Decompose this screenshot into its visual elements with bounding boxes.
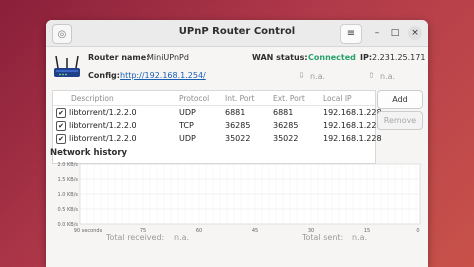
upload-arrow-icon: ⇧ (368, 71, 375, 80)
minimize-button[interactable]: – (370, 26, 384, 40)
wan-status-value: Connected (308, 53, 356, 62)
x-tick: 0 (416, 228, 419, 234)
cell-description: libtorrent/1.2.2.0 (69, 134, 137, 143)
cell-int-port: 6881 (225, 108, 246, 117)
column-header-description[interactable]: Description (71, 94, 114, 103)
table-row[interactable]: ✔ libtorrent/1.2.2.0 TCP 36285 36285 192… (53, 119, 382, 132)
row-checkbox[interactable]: ✔ (56, 121, 66, 131)
total-received-value: n.a. (174, 233, 190, 242)
download-rate: n.a. (310, 72, 326, 81)
network-history-title: Network history (50, 148, 128, 158)
network-history-graph: 2.0 KB/s 1.5 KB/s 1.0 KB/s 0.5 KB/s 0.0 … (57, 162, 421, 234)
config-link[interactable]: http://192.168.1.254/ (120, 71, 206, 80)
cell-local-ip: 192.168.1.228 (323, 121, 382, 130)
y-tick: 0.5 KB/s (57, 207, 78, 213)
total-sent-label: Total sent: (302, 233, 344, 242)
config-label: Config: (88, 71, 120, 80)
cell-description: libtorrent/1.2.2.0 (69, 108, 137, 117)
cell-local-ip: 192.168.1.228 (323, 108, 382, 117)
cell-description: libtorrent/1.2.2.0 (69, 121, 137, 130)
cell-ext-port: 6881 (273, 108, 294, 117)
download-arrow-icon: ⇩ (298, 71, 305, 80)
total-sent-value: n.a. (352, 233, 368, 242)
add-button[interactable]: Add (377, 90, 423, 109)
table-row[interactable]: ✔ libtorrent/1.2.2.0 UDP 6881 6881 192.1… (53, 106, 382, 119)
column-header-ext-port[interactable]: Ext. Port (273, 94, 305, 103)
hamburger-menu-button[interactable]: ≡ (340, 24, 362, 44)
close-button[interactable]: × (408, 26, 422, 40)
wan-status-label: WAN status: (252, 53, 308, 62)
column-header-protocol[interactable]: Protocol (179, 94, 209, 103)
maximize-button[interactable]: □ (388, 26, 402, 40)
router-name-label: Router name: (88, 53, 150, 62)
table-row[interactable]: ✔ libtorrent/1.2.2.0 UDP 35022 35022 192… (53, 132, 382, 145)
ip-value: 2.231.25.171 (372, 53, 426, 62)
title-bar[interactable]: ◎ UPnP Router Control ≡ – □ × (46, 20, 428, 47)
x-tick: 45 (252, 228, 258, 234)
cell-ext-port: 36285 (273, 121, 299, 130)
cell-int-port: 36285 (225, 121, 251, 130)
router-name-value: MiniUPnPd (147, 53, 189, 62)
remove-button[interactable]: Remove (377, 111, 423, 130)
cell-local-ip: 192.168.1.228 (323, 134, 382, 143)
cell-int-port: 35022 (225, 134, 251, 143)
x-tick: 90 seconds (74, 228, 103, 234)
column-header-local-ip[interactable]: Local IP (323, 94, 352, 103)
cell-protocol: UDP (179, 134, 196, 143)
column-header-int-port[interactable]: Int. Port (225, 94, 255, 103)
cell-protocol: TCP (179, 121, 194, 130)
cell-ext-port: 35022 (273, 134, 299, 143)
y-tick: 2.0 KB/s (57, 162, 78, 168)
cell-protocol: UDP (179, 108, 196, 117)
table-header: Description Protocol Int. Port Ext. Port… (53, 91, 375, 106)
total-received-label: Total received: (106, 233, 165, 242)
app-window: ◎ UPnP Router Control ≡ – □ × Router nam… (46, 20, 428, 267)
row-checkbox[interactable]: ✔ (56, 108, 66, 118)
ip-label: IP: (360, 53, 373, 62)
y-tick: 1.0 KB/s (57, 192, 78, 198)
router-icon (54, 55, 80, 77)
upload-rate: n.a. (380, 72, 396, 81)
x-tick: 60 (196, 228, 202, 234)
row-checkbox[interactable]: ✔ (56, 134, 66, 144)
y-tick: 1.5 KB/s (57, 177, 78, 183)
